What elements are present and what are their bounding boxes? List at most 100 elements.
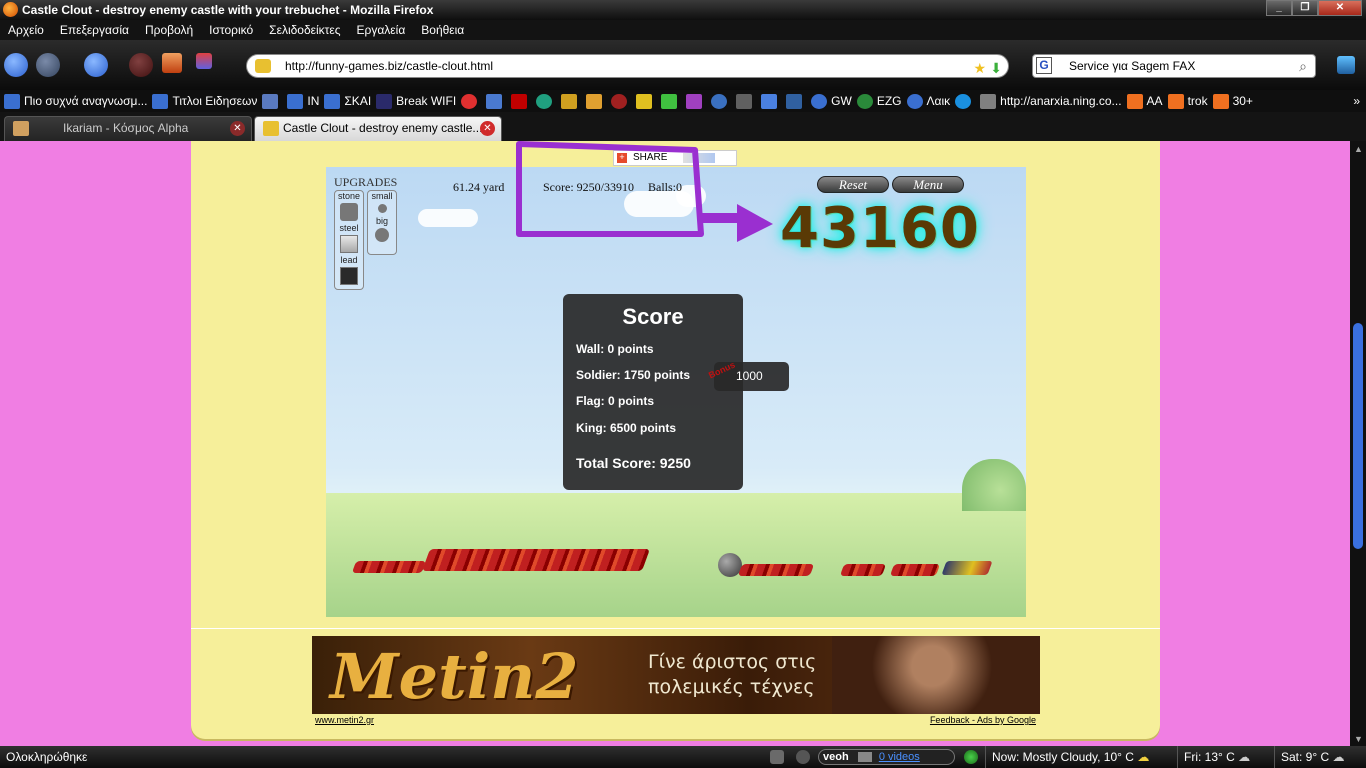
minimize-button[interactable]: _	[1266, 0, 1292, 16]
reload-button[interactable]	[84, 53, 108, 77]
bookmark-icon-link[interactable]	[461, 93, 481, 109]
close-window-button[interactable]: ✕	[1318, 0, 1362, 16]
score-total: Total Score: 9250	[576, 455, 691, 471]
fallen-king	[941, 561, 993, 575]
folder-icon	[287, 93, 304, 109]
bookmark-icon-link[interactable]	[955, 93, 975, 109]
scroll-down-icon[interactable]: ▼	[1354, 734, 1363, 744]
stop-button[interactable]	[129, 53, 153, 77]
toolbar-extension-icon[interactable]	[1337, 56, 1355, 74]
weather-saturday[interactable]: Sat: 9° C ☁	[1274, 746, 1345, 768]
go-arrow-icon[interactable]: ⬇	[990, 57, 1002, 79]
bookmark-icon-link[interactable]	[262, 93, 282, 109]
bookmark-icon-link[interactable]	[661, 93, 681, 109]
google-search-engine-icon[interactable]: G	[1036, 57, 1052, 74]
weather-now[interactable]: Now: Mostly Cloudy, 10° C ☁	[985, 746, 1149, 768]
reset-button[interactable]: Reset	[817, 176, 889, 193]
menu-file[interactable]: Αρχείο	[0, 23, 52, 37]
menu-view[interactable]: Προβολή	[137, 23, 201, 37]
rain-icon: ☁	[1238, 750, 1251, 764]
search-icon[interactable]: ⌕	[1299, 55, 1307, 77]
addon-status-icon[interactable]	[770, 750, 784, 764]
tab-castle-clout[interactable]: Castle Clout - destroy enemy castle... ✕	[254, 116, 502, 141]
menu-bookmarks[interactable]: Σελιδοδείκτες	[261, 23, 348, 37]
menu-tools[interactable]: Εργαλεία	[349, 23, 414, 37]
site-icon	[561, 93, 578, 109]
bookmark-star-icon[interactable]: ★	[973, 57, 986, 79]
lead-ammo-button[interactable]	[340, 267, 358, 285]
size-big-label: big	[375, 216, 388, 226]
tab-ikariam[interactable]: Ikariam - Κόσμος Alpha ✕	[4, 116, 252, 141]
bookmark-news-titles[interactable]: Τιτλοι Ειδησεων	[152, 93, 257, 109]
site-icon	[511, 93, 528, 109]
veoh-widget[interactable]: veoh 0 videos	[818, 749, 955, 765]
bookmark-icon-link[interactable]	[736, 93, 756, 109]
bookmark-icon-link[interactable]	[786, 93, 806, 109]
menu-button[interactable]: Menu	[892, 176, 964, 193]
bookmark-ezg[interactable]: EZG	[856, 93, 902, 109]
site-icon	[255, 59, 271, 73]
url-text: http://funny-games.biz/castle-clout.html	[285, 59, 494, 73]
folder-icon	[324, 93, 341, 109]
menu-edit[interactable]: Επεξεργασία	[52, 23, 137, 37]
scrollbar-thumb[interactable]	[1353, 323, 1363, 549]
ads-by-google-link[interactable]: Feedback - Ads by Google	[930, 715, 1036, 725]
bookmark-icon-link[interactable]	[561, 93, 581, 109]
close-tab-icon[interactable]: ✕	[480, 121, 495, 136]
fallen-soldiers	[351, 561, 427, 573]
score-flag: Flag: 0 points	[576, 394, 654, 408]
bookmark-break-wifi[interactable]: Break WIFI	[376, 93, 456, 109]
bookmark-icon-link[interactable]	[611, 93, 631, 109]
bookmark-icon-link[interactable]	[586, 93, 606, 109]
bookmark-icon-link[interactable]	[511, 93, 531, 109]
metin2-ad-banner[interactable]: Metin2 Γίνε άριστος στις πολεμικές τέχνε…	[312, 636, 1040, 714]
bookmark-anarxia[interactable]: http://anarxia.ning.co...	[980, 93, 1122, 109]
scroll-up-icon[interactable]: ▲	[1354, 144, 1363, 154]
vertical-scrollbar[interactable]: ▲ ▼	[1350, 141, 1366, 747]
globe-icon	[811, 93, 828, 109]
back-button[interactable]	[4, 53, 28, 77]
bookmark-aa[interactable]: AA	[1126, 93, 1163, 109]
bookmark-laik[interactable]: Λαικ	[906, 93, 950, 109]
small-ball-button[interactable]	[377, 204, 387, 213]
bookmark-icon-link[interactable]	[536, 93, 556, 109]
site-icon	[686, 93, 703, 109]
bookmark-in[interactable]: IN	[287, 93, 319, 109]
url-bar[interactable]: http://funny-games.biz/castle-clout.html…	[246, 54, 1009, 78]
ad-block-icon[interactable]	[796, 750, 810, 764]
annotation-overlay	[516, 141, 773, 242]
home-button[interactable]	[162, 53, 182, 73]
bookmark-icon-link[interactable]	[636, 93, 656, 109]
site-icon	[611, 93, 628, 109]
distance-readout: 61.24 yard	[453, 180, 505, 194]
globe-icon	[262, 93, 279, 109]
bookmark-skai[interactable]: ΣΚΑΙ	[324, 93, 371, 109]
bookmarks-overflow-icon[interactable]: »	[1353, 94, 1360, 108]
close-tab-icon[interactable]: ✕	[230, 121, 245, 136]
search-text: Service για Sagem FAX	[1069, 59, 1196, 73]
steel-ammo-button[interactable]	[340, 235, 358, 253]
menu-help[interactable]: Βοήθεια	[413, 23, 472, 37]
bookmark-trok[interactable]: trok	[1167, 93, 1208, 109]
bookmark-icon-link[interactable]	[486, 93, 506, 109]
score-king: King: 6500 points	[576, 421, 677, 435]
bookmark-most-visited[interactable]: Πιο συχνά αναγνωσμ...	[4, 93, 147, 109]
stone-ammo-button[interactable]	[340, 203, 358, 221]
maximize-button[interactable]: ❐	[1292, 0, 1318, 16]
bookmark-icon-link[interactable]	[761, 93, 781, 109]
bookmark-icon-link[interactable]	[686, 93, 706, 109]
ad-url-link[interactable]: www.metin2.gr	[315, 715, 374, 725]
site-icon	[636, 93, 653, 109]
bookmark-icon-link[interactable]	[711, 93, 731, 109]
security-indicator-icon	[964, 750, 978, 764]
search-bar[interactable]: G Service για Sagem FAX ⌕	[1032, 54, 1316, 78]
forward-button[interactable]	[36, 53, 60, 77]
weather-friday[interactable]: Fri: 13° C ☁	[1177, 746, 1250, 768]
menu-history[interactable]: Ιστορικό	[201, 23, 261, 37]
bookmark-gw[interactable]: GW	[811, 93, 852, 109]
bookmark-30plus[interactable]: 30+	[1212, 93, 1253, 109]
big-ball-button[interactable]	[375, 228, 389, 242]
size-small-label: small	[371, 191, 393, 201]
addon-icon[interactable]	[196, 53, 212, 69]
score-panel-title: Score	[622, 304, 684, 329]
